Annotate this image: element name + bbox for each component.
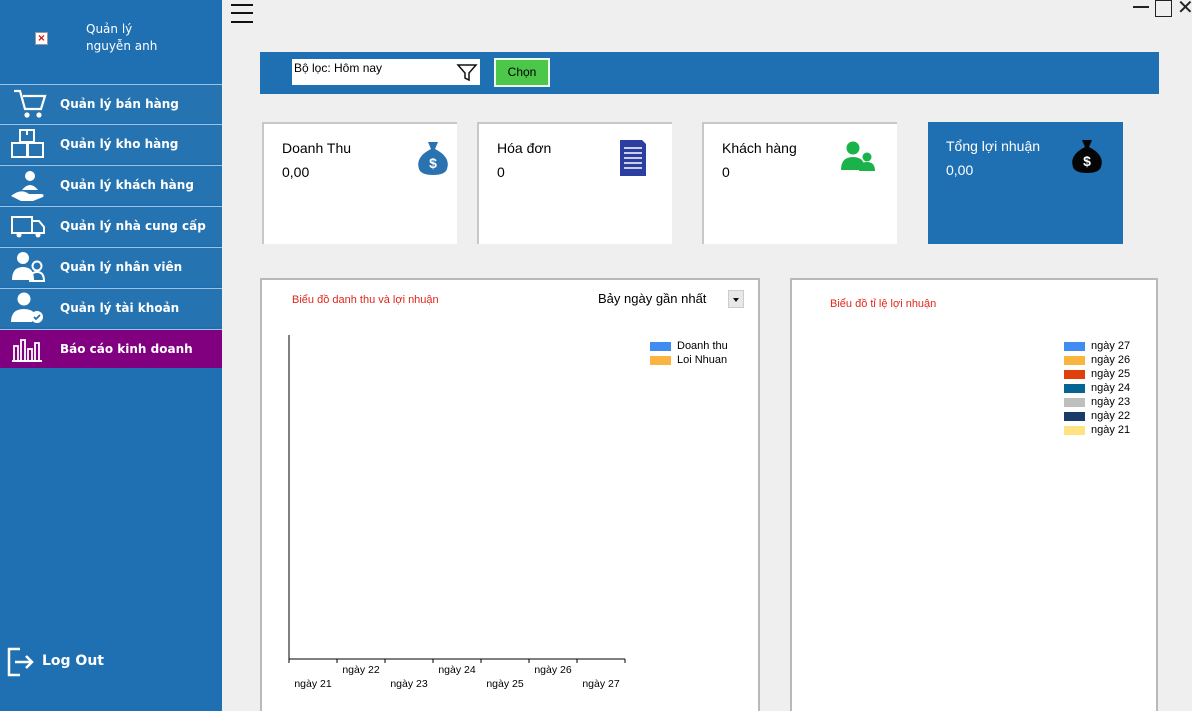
money-bag-dark-icon: $ [1072, 140, 1102, 173]
user-profile: × Quản lý nguyễn anh [0, 0, 222, 84]
profit-ratio-chart-panel: Biểu đồ tỉ lệ lợi nhuận ngày 27 ngày 26 … [790, 278, 1158, 711]
svg-text:$: $ [429, 155, 437, 171]
x-tick-label: ngày 27 [582, 678, 620, 690]
broken-image-icon: × [35, 32, 48, 45]
card-title: Tổng lợi nhuận [946, 138, 1041, 154]
legend-swatch [1064, 426, 1085, 435]
legend-swatch [1064, 412, 1085, 421]
sidebar-item-sales[interactable]: Quản lý bán hàng [0, 84, 222, 123]
profit-chart-title: Biểu đồ tỉ lệ lợi nhuận [830, 298, 937, 310]
user-name: Quản lý nguyễn anh [86, 22, 158, 53]
card-value: 0 [722, 164, 730, 180]
employees-icon [12, 252, 46, 282]
legend-label: Doanh thu [677, 340, 728, 352]
card-value: 0,00 [282, 164, 310, 180]
x-tick-label: ngày 22 [342, 664, 380, 676]
legend-label: ngày 27 [1091, 340, 1131, 352]
card-title: Hóa đơn [497, 140, 552, 156]
customer-hand-icon [11, 171, 44, 201]
customers-icon [841, 141, 875, 171]
legend-label: ngày 26 [1091, 354, 1131, 366]
minimize-window-button[interactable] [1133, 6, 1149, 8]
legend-swatch [1064, 384, 1085, 393]
menu-toggle-button[interactable] [231, 2, 253, 24]
filter-label: Bộ lọc: Hôm nay [294, 61, 383, 75]
sidebar-item-warehouse[interactable]: Quản lý kho hàng [0, 124, 222, 163]
bar-chart-icon [12, 339, 42, 362]
legend-swatch [1064, 370, 1085, 379]
date-range-value: Bảy ngày gần nhất [598, 291, 707, 306]
card-value: 0 [497, 164, 505, 180]
x-tick-label: ngày 23 [390, 678, 428, 690]
card-title: Doanh Thu [282, 140, 352, 156]
shopping-cart-icon [14, 89, 47, 118]
revenue-chart-panel: Biểu đồ danh thu và lợi nhuận Bảy ngày g… [260, 278, 760, 711]
legend-label: Loi Nhuan [677, 354, 728, 366]
x-tick-label: ngày 26 [534, 664, 572, 676]
sidebar-item-business-report[interactable]: Báo cáo kinh doanh [0, 329, 222, 368]
invoice-document-icon [620, 140, 646, 176]
invoice-card: Hóa đơn 0 [477, 122, 672, 244]
sidebar-item-label: Quản lý bán hàng [60, 97, 179, 111]
sidebar-item-label: Quản lý khách hàng [60, 178, 194, 192]
sidebar-item-customers[interactable]: Quản lý khách hàng [0, 165, 222, 204]
sidebar-item-label: Quản lý nhân viên [60, 260, 183, 274]
revenue-chart-title: Biểu đồ danh thu và lợi nhuận [292, 294, 439, 306]
close-window-button[interactable]: ✕ [1177, 0, 1192, 17]
boxes-icon [11, 129, 44, 158]
logout-label: Log Out [42, 653, 104, 669]
revenue-bar-chart: ngày 21 ngày 22 ngày 23 ngày 24 ngày 25 ngày … [288, 335, 626, 690]
sidebar-item-label: Quản lý kho hàng [60, 137, 179, 151]
legend-label: ngày 24 [1091, 382, 1131, 394]
sidebar-item-label: Quản lý tài khoản [60, 301, 180, 315]
logout-button[interactable]: Log Out [6, 646, 206, 678]
card-title: Khách hàng [722, 140, 797, 156]
sidebar-item-suppliers[interactable]: Quản lý nhà cung cấp [0, 206, 222, 245]
legend-swatch [650, 342, 671, 351]
date-range-select[interactable]: Bảy ngày gần nhất [596, 288, 744, 310]
sidebar-item-employees[interactable]: Quản lý nhân viên [0, 247, 222, 286]
sidebar-item-label: Báo cáo kinh doanh [60, 342, 193, 356]
x-tick-label: ngày 21 [294, 678, 332, 690]
card-value: 0,00 [946, 162, 974, 178]
x-tick-label: ngày 24 [438, 664, 476, 676]
sidebar: × Quản lý nguyễn anh Quản lý bán hàng Qu… [0, 0, 222, 711]
customers-card: Khách hàng 0 [702, 122, 897, 244]
logout-icon [7, 647, 34, 677]
delivery-truck-icon [11, 216, 45, 238]
sidebar-item-accounts[interactable]: Quản lý tài khoản [0, 288, 222, 327]
revenue-card: Doanh Thu 0,00 $ [262, 122, 457, 244]
choose-button[interactable]: Chọn [494, 58, 550, 87]
legend-swatch [1064, 398, 1085, 407]
maximize-window-button[interactable] [1155, 0, 1172, 17]
legend-label: ngày 23 [1091, 396, 1131, 408]
legend-label: ngày 22 [1091, 410, 1131, 422]
sidebar-item-label: Quản lý nhà cung cấp [60, 219, 206, 233]
chevron-down-icon[interactable] [728, 290, 744, 308]
legend-label: ngày 21 [1091, 424, 1131, 436]
x-tick-label: ngày 25 [486, 678, 524, 690]
legend-swatch [1064, 356, 1085, 365]
filter-bar: Bộ lọc: Hôm nay Chọn [260, 52, 1159, 94]
legend-swatch [1064, 342, 1085, 351]
legend-swatch [650, 356, 671, 365]
total-profit-card: Tổng lợi nhuận 0,00 $ [928, 122, 1123, 244]
legend-label: ngày 25 [1091, 368, 1131, 380]
money-bag-icon: $ [418, 142, 448, 175]
svg-text:$: $ [1083, 153, 1091, 169]
filter-icon[interactable] [456, 63, 478, 83]
filter-field[interactable]: Bộ lọc: Hôm nay [292, 59, 480, 85]
user-check-icon [11, 292, 43, 323]
